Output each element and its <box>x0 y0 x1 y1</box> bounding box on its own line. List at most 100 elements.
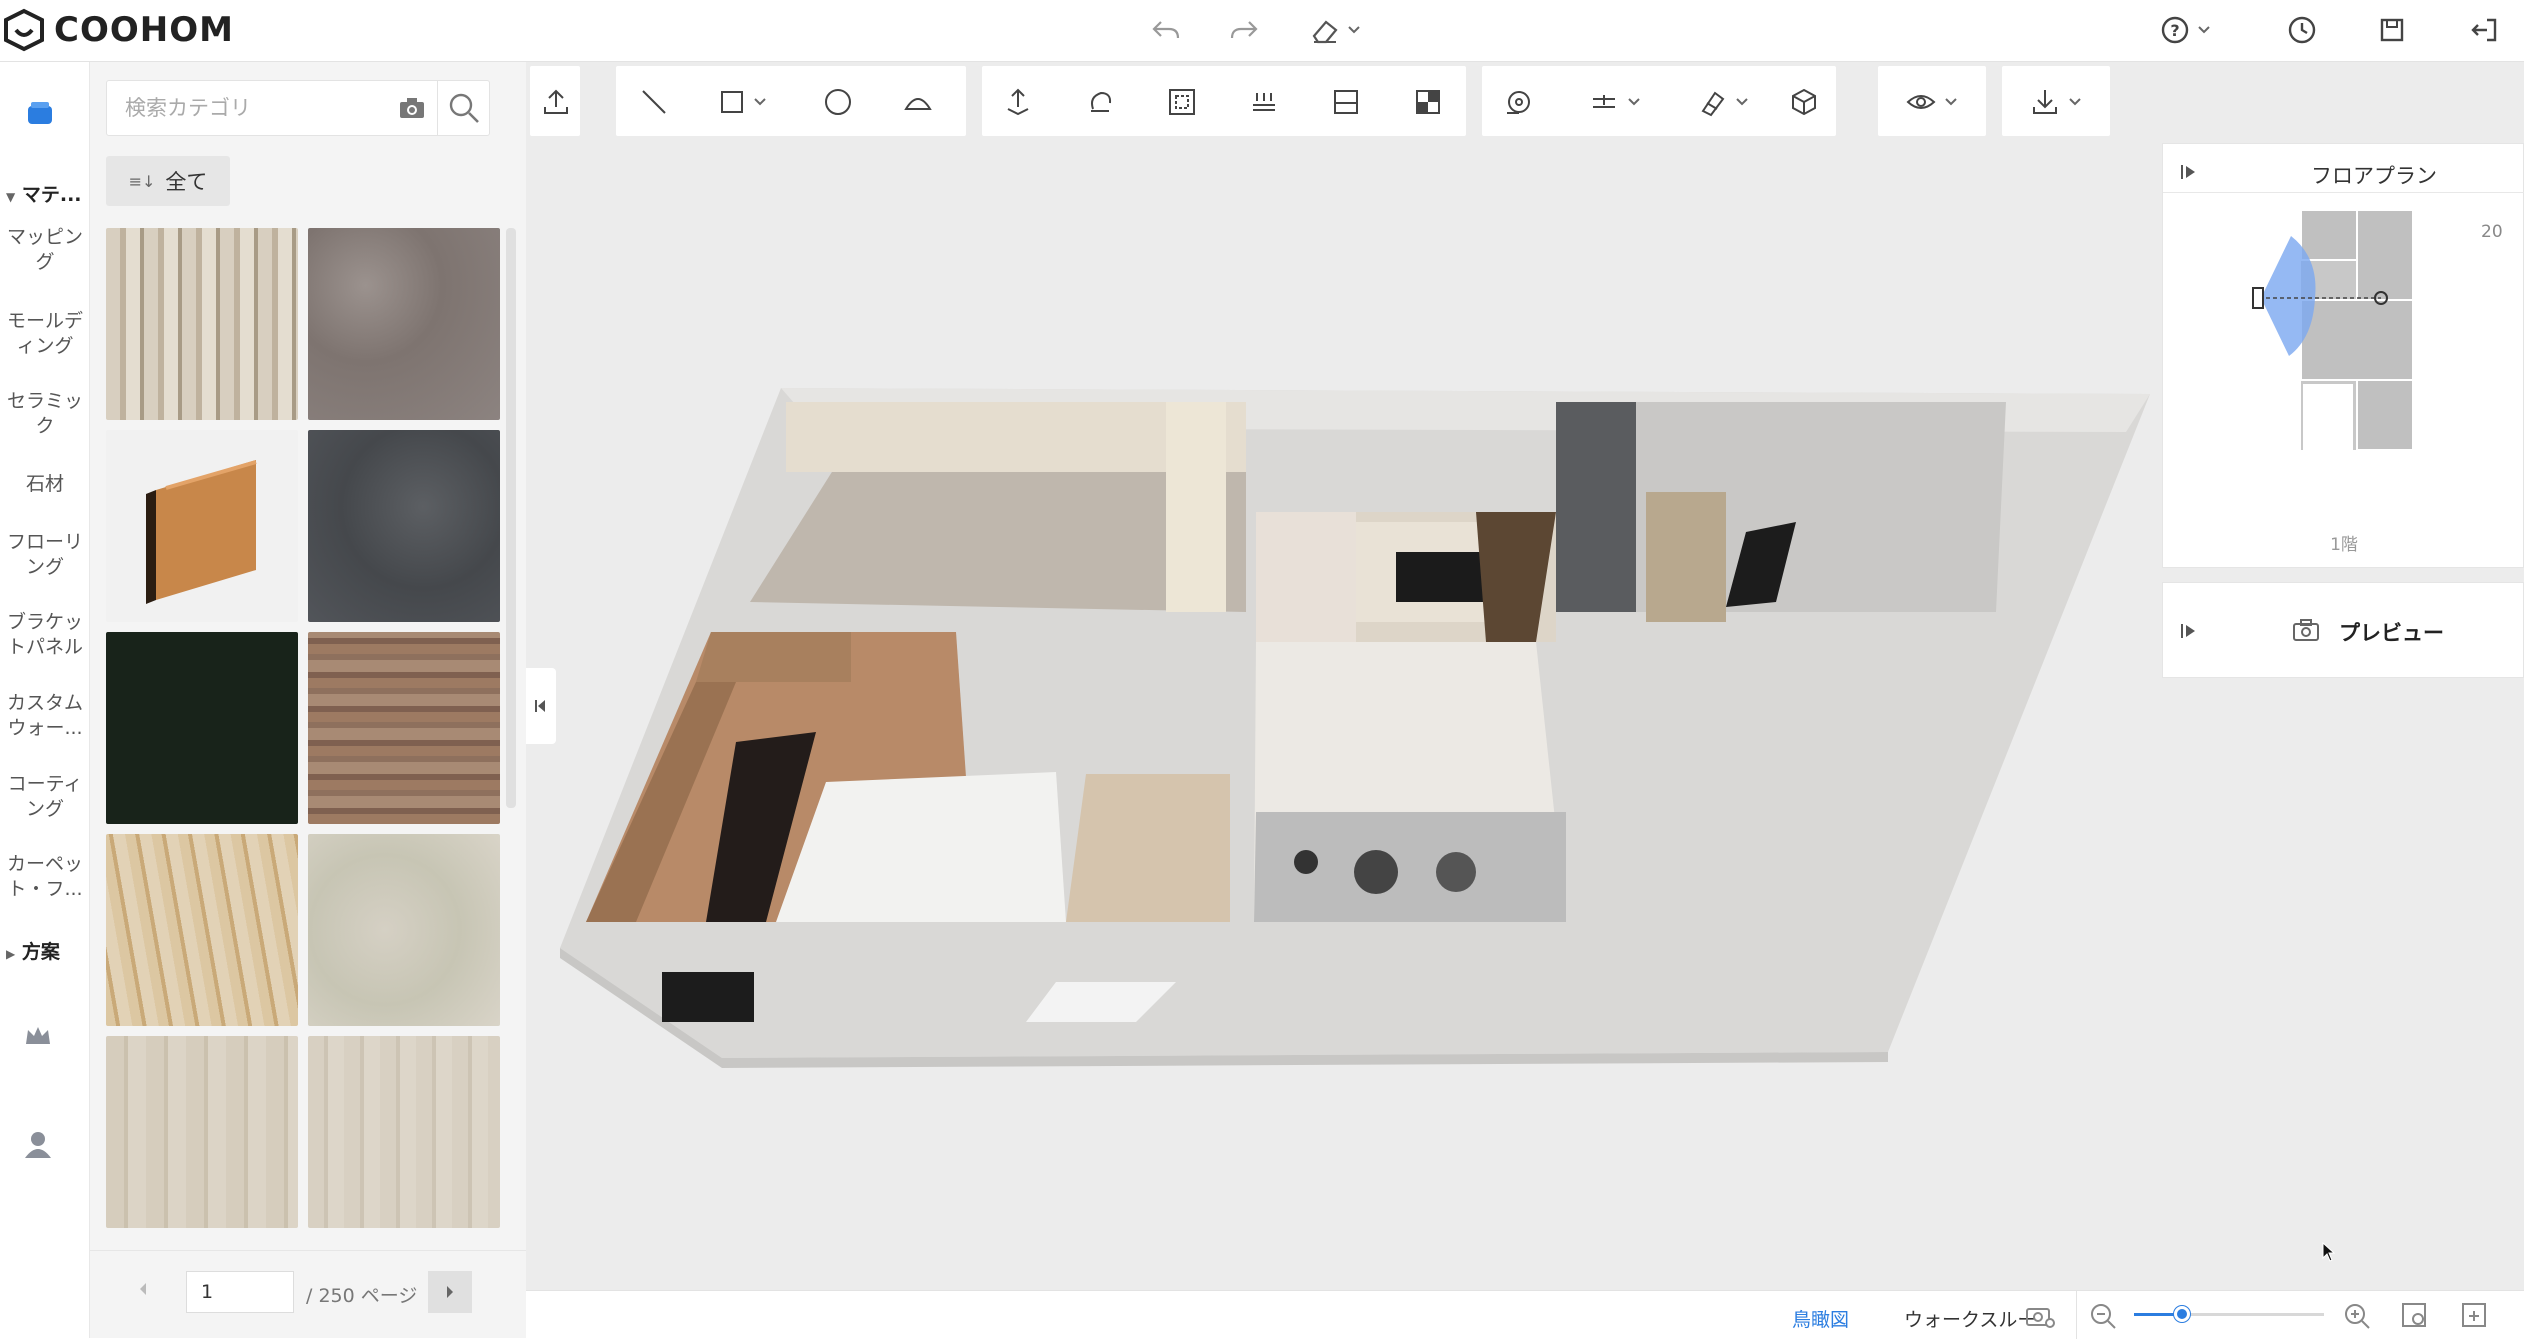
camera-icon <box>400 98 424 118</box>
sidebar-item-ceramic[interactable]: セラミック <box>0 389 90 439</box>
sidebar-item-mapping[interactable]: マッピング <box>0 225 90 275</box>
3d-floorplan-render[interactable] <box>526 62 2166 1290</box>
chevron-down-icon <box>2198 26 2210 34</box>
fullscreen-button[interactable] <box>2460 1301 2490 1335</box>
sidebar-item-custom-wall[interactable]: カスタムウォー... <box>0 691 90 741</box>
material-tile-wood-ash[interactable] <box>308 1036 500 1228</box>
material-tile-slate[interactable] <box>308 430 500 622</box>
sidebar-item-label: モールディング <box>6 310 83 357</box>
caret-right-icon <box>447 1286 453 1298</box>
page-number-input[interactable]: 1 <box>186 1271 294 1313</box>
top-bar: COOHOM ? <box>0 0 2524 62</box>
save-button[interactable] <box>2372 10 2412 50</box>
filter-all-button[interactable]: ≡↓ 全て <box>106 156 230 206</box>
sidebar-item-molding[interactable]: モールディング <box>0 309 90 359</box>
floorplan-panel: フロアプラン 20 1階 <box>2162 143 2524 568</box>
camera-settings-icon <box>2026 1308 2055 1328</box>
filter-all-label: 全て <box>165 170 208 194</box>
sidebar-item-bracket-panel[interactable]: ブラケットパネル <box>0 610 90 660</box>
section-plans[interactable]: ▶ 方案 <box>0 937 90 964</box>
search-button[interactable] <box>447 91 481 129</box>
left-sidebar: ▼ マテ... マッピング モールディング セラミック 石材 フローリング ブラ… <box>0 62 90 1338</box>
fit-view-icon <box>2402 1303 2426 1327</box>
search-divider <box>437 81 438 135</box>
save-icon <box>2380 18 2404 42</box>
material-tile-marble-beige[interactable] <box>308 834 500 1026</box>
image-search-button[interactable] <box>397 93 427 127</box>
sidebar-item-flooring[interactable]: フローリング <box>0 530 90 580</box>
svg-text:?: ? <box>2170 21 2179 40</box>
material-tile-wood-honey[interactable] <box>106 834 298 1026</box>
preview-title[interactable]: プレビュー <box>2339 617 2444 647</box>
material-tile-dark-green[interactable] <box>106 632 298 824</box>
bottom-bar: 鳥瞰図 ウォークスルー <box>526 1290 2524 1339</box>
material-tile-wood-pale[interactable] <box>106 1036 298 1228</box>
floor-label[interactable]: 1階 <box>2163 530 2524 555</box>
floorplan-title: フロアプラン <box>2311 164 2437 188</box>
floorplan-scale: 20 <box>2481 222 2503 242</box>
exit-button[interactable] <box>2464 10 2504 50</box>
fit-view-button[interactable] <box>2400 1301 2430 1335</box>
material-tile-wood-red[interactable] <box>308 632 500 824</box>
section-materials-label: マテ... <box>21 184 82 206</box>
camera-icon <box>2291 617 2321 647</box>
collapse-left-icon <box>535 700 545 712</box>
sidebar-item-stone[interactable]: 石材 <box>0 472 90 497</box>
premium-button[interactable] <box>22 1022 54 1054</box>
sort-icon: ≡↓ <box>128 171 156 191</box>
sidebar-item-label: カスタムウォー... <box>6 692 83 739</box>
material-tile-carpet-gray[interactable] <box>308 228 500 420</box>
floorplan-divider <box>2163 192 2524 193</box>
user-icon <box>25 1132 51 1158</box>
mouse-cursor-icon <box>2322 1242 2336 1262</box>
material-tile-molding[interactable] <box>106 430 298 622</box>
material-tile-wood-light[interactable] <box>106 228 298 420</box>
materials-nav-button[interactable] <box>22 98 58 134</box>
zoom-in-icon <box>2345 1304 2370 1329</box>
search-input[interactable] <box>107 81 387 135</box>
redo-button[interactable] <box>1224 10 1264 50</box>
panel-toggle-icon <box>2181 624 2195 638</box>
section-materials[interactable]: ▼ マテ... <box>0 180 90 207</box>
collapse-panel-button[interactable] <box>526 668 556 744</box>
sidebar-item-label: カーペット・フ... <box>6 853 83 900</box>
sidebar-item-carpet[interactable]: カーペット・フ... <box>0 852 90 902</box>
sidebar-item-label: コーティング <box>7 773 83 820</box>
zoom-slider[interactable] <box>2134 1306 2324 1322</box>
exit-icon <box>2471 18 2497 42</box>
zoom-out-button[interactable] <box>2088 1301 2118 1335</box>
chevron-down-icon <box>1348 26 1360 34</box>
logo-mark-icon <box>4 8 44 52</box>
view-walkthrough-button[interactable]: ウォークスルー <box>1904 1305 2036 1332</box>
logo-text: COOHOM <box>54 10 234 50</box>
account-button[interactable] <box>22 1128 54 1164</box>
history-button[interactable] <box>2282 10 2322 50</box>
eraser-icon <box>1312 20 1338 44</box>
minimap[interactable] <box>2203 204 2423 454</box>
crown-icon <box>26 1027 50 1044</box>
help-dropdown[interactable]: ? <box>2154 10 2218 50</box>
zoom-slider-thumb[interactable] <box>2173 1306 2190 1322</box>
sidebar-item-label: マッピング <box>6 226 83 273</box>
undo-button[interactable] <box>1146 10 1186 50</box>
sidebar-item-coating[interactable]: コーティング <box>0 772 90 822</box>
page-total: / 250 ページ <box>306 1285 418 1307</box>
view-birdseye-button[interactable]: 鳥瞰図 <box>1792 1305 1849 1332</box>
app-logo[interactable]: COOHOM <box>2 8 234 52</box>
sidebar-item-label: セラミック <box>6 390 83 437</box>
camera-marker-icon[interactable] <box>2252 287 2264 309</box>
sidebar-item-label: ブラケットパネル <box>6 611 83 658</box>
prev-page-button[interactable] <box>136 1279 150 1303</box>
camera-settings-button[interactable] <box>2024 1301 2056 1333</box>
help-icon: ? <box>2161 16 2189 44</box>
bottom-divider <box>2076 1291 2077 1339</box>
caret-left-icon <box>140 1283 146 1295</box>
zoom-in-button[interactable] <box>2342 1301 2372 1335</box>
preview-panel: プレビュー <box>2162 582 2524 678</box>
sidebar-item-label: フローリング <box>6 531 83 578</box>
preview-toggle-button[interactable] <box>2179 621 2199 645</box>
next-page-button[interactable] <box>428 1271 472 1313</box>
panel-scrollbar[interactable] <box>506 228 516 808</box>
molding-thumb <box>146 460 257 604</box>
eraser-dropdown[interactable] <box>1304 10 1368 50</box>
